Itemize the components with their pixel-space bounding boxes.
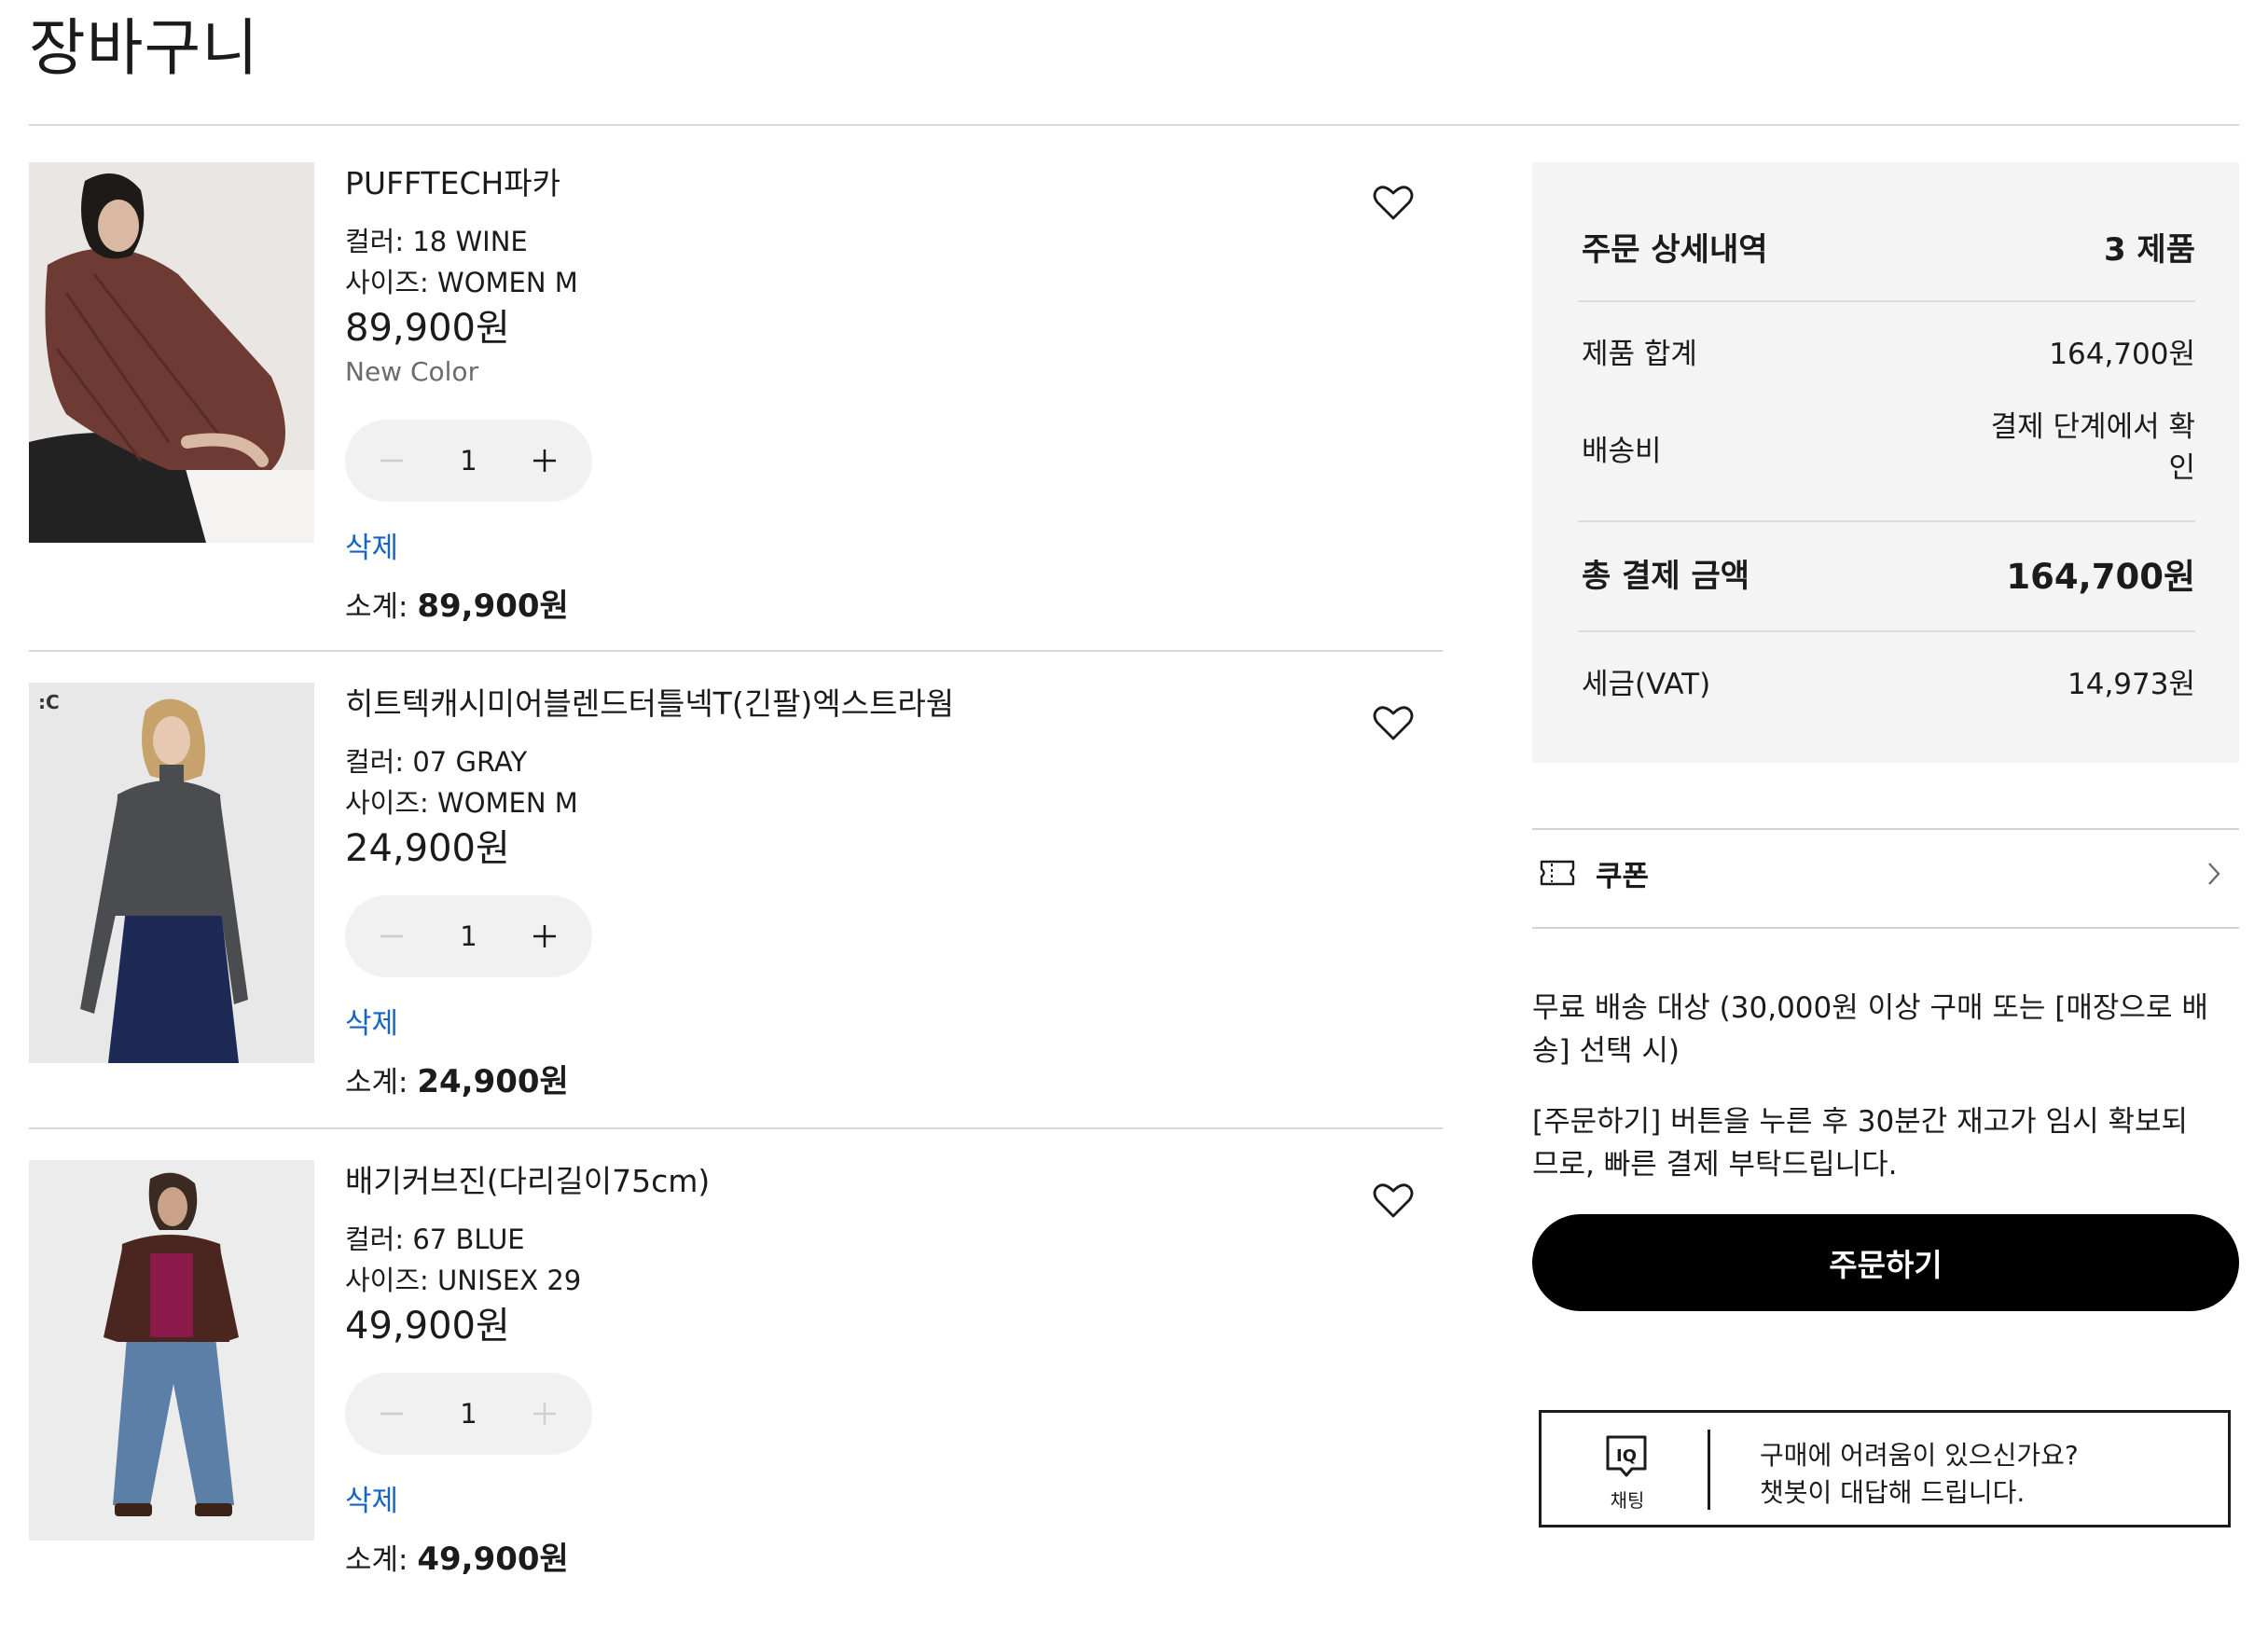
heart-icon[interactable] bbox=[1373, 705, 1414, 742]
shipping-value-line1: 결제 단계에서 확 bbox=[1990, 410, 2195, 444]
product-color: 컬러: 18 WINE bbox=[345, 226, 528, 257]
title-divider bbox=[29, 124, 2239, 126]
product-name[interactable]: 히트텍캐시미어블렌드터틀넥T(긴팔)엑스트라웜 bbox=[345, 683, 954, 726]
coupon-divider bbox=[1532, 927, 2239, 929]
cart-item: :C 히트텍캐시미어블렌드터틀넥T(긴팔)엑스트라웜 컬러: 07 GRAY 사… bbox=[29, 683, 1443, 1168]
vat-value: 14,973원 bbox=[2067, 668, 2195, 701]
subtotal-label: 소계: bbox=[345, 1543, 418, 1577]
minus-icon[interactable] bbox=[373, 1395, 410, 1432]
product-size: 사이즈: WOMEN M bbox=[345, 787, 578, 819]
shipping-value-line2: 인 bbox=[2168, 451, 2195, 485]
minus-icon[interactable] bbox=[373, 918, 410, 955]
shipping-row: 배송비 결제 단계에서 확 인 bbox=[1582, 407, 2195, 500]
image-badge: :C bbox=[38, 691, 60, 713]
chat-label: 채팅 bbox=[1610, 1489, 1645, 1512]
product-image[interactable] bbox=[29, 162, 314, 543]
item-divider bbox=[29, 1127, 1443, 1129]
iq-icon-text: IQ bbox=[1616, 1446, 1637, 1466]
product-color: 컬러: 07 GRAY bbox=[345, 746, 528, 778]
subtotal-label: 소계: bbox=[345, 1066, 418, 1099]
plus-icon[interactable] bbox=[526, 1395, 563, 1432]
vat-row: 세금(VAT) 14,973원 bbox=[1582, 660, 2195, 701]
subtotal: 소계: 49,900원 bbox=[345, 1533, 569, 1579]
summary-divider bbox=[1578, 300, 2195, 302]
quantity-value: 1 bbox=[460, 445, 477, 477]
subtotal: 소계: 89,900원 bbox=[345, 580, 569, 626]
item-count: 3 제품 bbox=[2103, 231, 2195, 269]
subtotal-label: 소계: bbox=[345, 590, 418, 624]
heart-icon[interactable] bbox=[1373, 185, 1414, 222]
product-image[interactable] bbox=[29, 1160, 314, 1541]
free-shipping-note: 무료 배송 대상 (30,000원 이상 구매 또는 [매장으로 배 송] 선택… bbox=[1532, 987, 2239, 1072]
product-size: 사이즈: UNISEX 29 bbox=[345, 1265, 582, 1296]
product-name[interactable]: 배기커브진(다리길이75cm) bbox=[345, 1160, 710, 1203]
delete-link[interactable]: 삭제 bbox=[345, 1000, 398, 1042]
summary-divider bbox=[1578, 630, 2195, 632]
product-image[interactable]: :C bbox=[29, 683, 314, 1063]
product-color: 컬러: 67 BLUE bbox=[345, 1223, 525, 1255]
delete-link[interactable]: 삭제 bbox=[345, 1477, 398, 1519]
iq-chat-icon: IQ bbox=[1606, 1435, 1647, 1477]
subtotal-value: 49,900원 bbox=[417, 1541, 569, 1578]
product-total-label: 제품 합계 bbox=[1582, 338, 1697, 371]
cart-item: 배기커브진(다리길이75cm) 컬러: 67 BLUE 사이즈: UNISEX … bbox=[29, 1160, 1443, 1645]
grand-total-row: 총 결제 금액 164,700원 bbox=[1582, 550, 2195, 597]
product-price: 24,900원 bbox=[345, 827, 510, 870]
chat-line1: 구매에 어려움이 있으신가요? bbox=[1760, 1440, 2079, 1471]
quantity-stepper: 1 bbox=[345, 420, 592, 502]
product-price: 49,900원 bbox=[345, 1305, 510, 1348]
order-button[interactable]: 주문하기 bbox=[1532, 1214, 2239, 1311]
stock-hold-line2: 므로, 빠른 결제 부탁드립니다. bbox=[1532, 1148, 1898, 1182]
item-divider bbox=[29, 650, 1443, 652]
coupon-label[interactable]: 쿠폰 bbox=[1596, 852, 1649, 894]
minus-icon[interactable] bbox=[373, 442, 410, 479]
grand-total-label: 총 결제 금액 bbox=[1582, 558, 1750, 595]
stock-hold-line1: [주문하기] 버튼을 누른 후 30분간 재고가 임시 확보되 bbox=[1532, 1105, 2189, 1139]
subtotal-value: 89,900원 bbox=[417, 588, 569, 625]
chat-divider bbox=[1708, 1430, 1710, 1510]
coupon-icon bbox=[1540, 860, 1575, 886]
shipping-value: 결제 단계에서 확 인 bbox=[1991, 407, 2195, 489]
shipping-label: 배송비 bbox=[1582, 435, 1662, 468]
grand-total-value: 164,700원 bbox=[2006, 557, 2195, 597]
chat-line2: 챗봇이 대답해 드립니다. bbox=[1760, 1477, 2026, 1508]
delete-link[interactable]: 삭제 bbox=[345, 524, 398, 566]
chatbot-banner[interactable]: IQ 채팅 구매에 어려움이 있으신가요? 챗봇이 대답해 드립니다. bbox=[1539, 1410, 2231, 1528]
order-summary-panel: 주문 상세내역 3 제품 제품 합계 164,700원 배송비 결제 단계에서 … bbox=[1532, 162, 2239, 763]
quantity-value: 1 bbox=[460, 920, 477, 952]
summary-header: 주문 상세내역 3 제품 bbox=[1582, 224, 2195, 270]
product-name[interactable]: PUFFTECH파카 bbox=[345, 162, 560, 205]
vat-label: 세금(VAT) bbox=[1582, 668, 1711, 701]
product-price: 89,900원 bbox=[345, 307, 510, 350]
quantity-stepper: 1 bbox=[345, 1373, 592, 1455]
product-total-row: 제품 합계 164,700원 bbox=[1582, 330, 2195, 371]
heart-icon[interactable] bbox=[1373, 1182, 1414, 1220]
product-size: 사이즈: WOMEN M bbox=[345, 267, 578, 298]
stock-hold-note: [주문하기] 버튼을 누른 후 30분간 재고가 임시 확보되 므로, 빠른 결… bbox=[1532, 1100, 2239, 1186]
quantity-stepper: 1 bbox=[345, 895, 592, 977]
free-shipping-line2: 송] 선택 시) bbox=[1532, 1034, 1680, 1068]
plus-icon[interactable] bbox=[526, 442, 563, 479]
subtotal: 소계: 24,900원 bbox=[345, 1056, 569, 1101]
cart-item: PUFFTECH파카 컬러: 18 WINE 사이즈: WOMEN M 89,9… bbox=[29, 162, 1443, 647]
plus-icon[interactable] bbox=[526, 918, 563, 955]
subtotal-value: 24,900원 bbox=[417, 1063, 569, 1100]
chevron-right-icon bbox=[2208, 863, 2220, 885]
page-title: 장바구니 bbox=[29, 12, 259, 84]
summary-heading: 주문 상세내역 bbox=[1582, 231, 1768, 269]
quantity-value: 1 bbox=[460, 1398, 477, 1430]
free-shipping-line1: 무료 배송 대상 (30,000원 이상 구매 또는 [매장으로 배 bbox=[1532, 991, 2208, 1025]
product-total-value: 164,700원 bbox=[2049, 338, 2195, 371]
new-color-tag: New Color bbox=[345, 356, 479, 387]
summary-divider bbox=[1578, 520, 2195, 522]
